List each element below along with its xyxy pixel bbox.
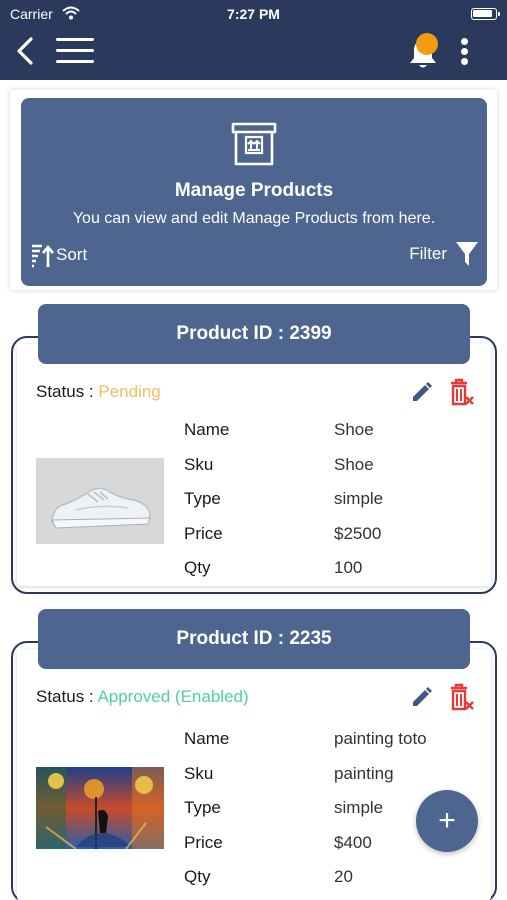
product-details: Name Shoe Sku Shoe Type simple Price $2500 Q… xyxy=(184,420,484,593)
clock-time: 7:27 PM xyxy=(227,6,280,22)
box-upload-icon xyxy=(231,122,277,166)
status-label: Status : xyxy=(36,382,99,401)
filter-icon xyxy=(456,242,478,266)
product-id-header: Product ID : 2399 xyxy=(38,304,470,364)
painting-image xyxy=(36,767,164,849)
manage-products-banner: Manage Products You can view and edit Ma… xyxy=(21,98,487,286)
detail-row-sku: Sku Shoe xyxy=(184,454,374,474)
add-product-button[interactable]: + xyxy=(416,790,478,852)
status-line: Status : Pending xyxy=(36,382,161,402)
edit-pencil-icon[interactable] xyxy=(410,380,434,404)
sort-button[interactable]: Sort xyxy=(30,242,87,268)
status-label: Status : xyxy=(36,687,98,706)
status-line: Status : Approved (Enabled) xyxy=(36,687,249,707)
plus-icon: + xyxy=(438,804,456,837)
filter-label: Filter xyxy=(409,244,447,263)
product-card: Status : Pending Name Shoe Sku Shoe Type si… xyxy=(11,336,497,594)
edit-pencil-icon[interactable] xyxy=(410,685,434,709)
detail-row-price: Price $2500 xyxy=(184,523,382,543)
manage-products-banner-container: Manage Products You can view and edit Ma… xyxy=(10,90,497,290)
detail-row-type: Type simple xyxy=(184,489,384,508)
detail-row-name: Name Shoe xyxy=(184,420,374,439)
notification-badge xyxy=(416,33,438,55)
more-vertical-icon[interactable] xyxy=(455,38,473,68)
sort-icon xyxy=(32,244,54,268)
status-badge: Pending xyxy=(98,382,161,401)
detail-row-name: Name painting toto xyxy=(184,729,427,748)
top-bar: Carrier 7:27 PM xyxy=(0,0,507,80)
delete-trash-icon[interactable] xyxy=(448,378,474,406)
detail-row-qty: Qty 100 xyxy=(184,558,363,577)
product-card: Status : Approved (Enabled) Name paintin… xyxy=(11,641,497,900)
page-title: Manage Products xyxy=(174,180,334,201)
status-badge: Approved (Enabled) xyxy=(97,687,249,706)
back-chevron-icon[interactable] xyxy=(10,34,40,68)
detail-row-qty: Qty 20 xyxy=(184,867,353,886)
product-id-header: Product ID : 2235 xyxy=(38,609,470,669)
sort-label: Sort xyxy=(56,245,88,264)
product-card-body: Status : Approved (Enabled) Name paintin… xyxy=(17,649,491,900)
battery-icon xyxy=(471,8,500,20)
status-bar: Carrier 7:27 PM xyxy=(0,5,507,25)
delete-trash-icon[interactable] xyxy=(448,683,474,711)
sneaker-image xyxy=(36,458,164,544)
hamburger-menu-icon[interactable] xyxy=(56,38,94,66)
page-subtitle: You can view and edit Manage Products fr… xyxy=(72,210,436,227)
product-card-body: Status : Pending Name Shoe Sku Shoe Type si… xyxy=(17,344,491,586)
filter-button[interactable]: Filter xyxy=(409,240,479,268)
